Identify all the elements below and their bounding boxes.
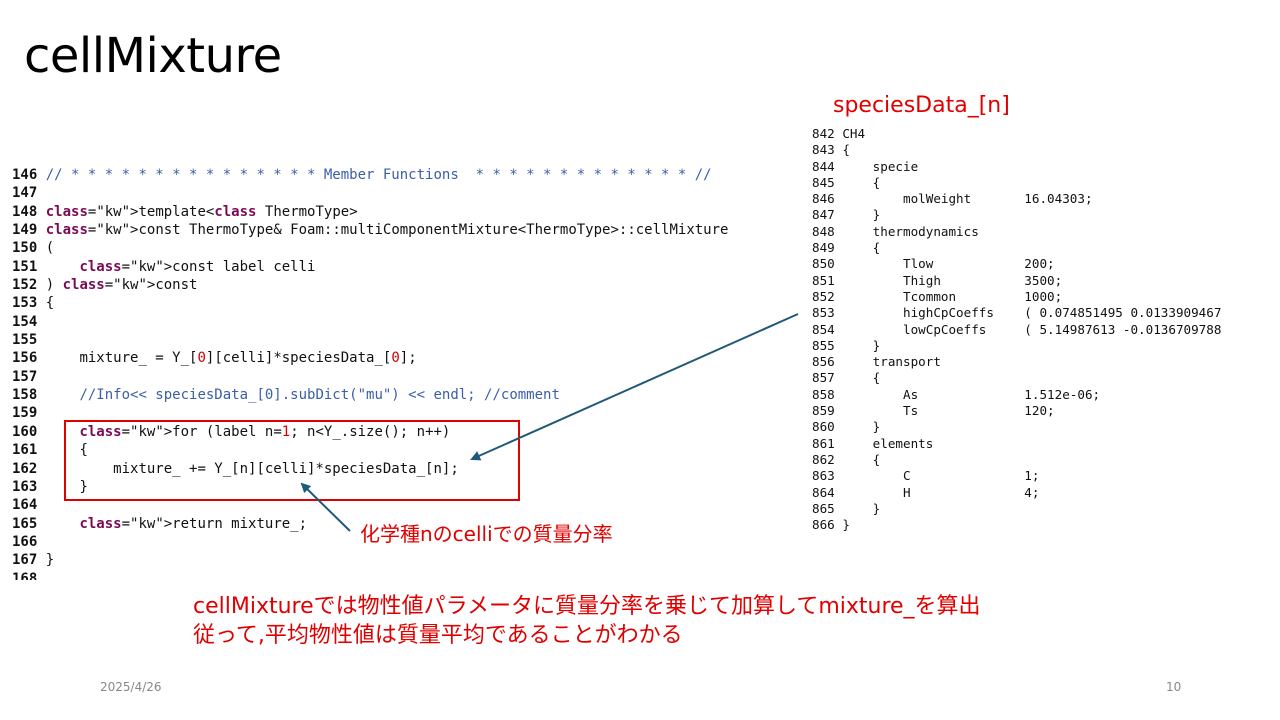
mass-fraction-annotation: 化学種nのcelliでの質量分率: [360, 522, 613, 546]
summary-line-2: 従って,平均物性値は質量平均であることがわかる: [193, 623, 683, 648]
species-arrow: [470, 313, 799, 461]
summary-text: cellMixtureでは物性値パラメータに質量分率を乗じて加算してmixtur…: [193, 592, 981, 650]
page-number: 10: [1166, 680, 1182, 694]
fraction-arrow: [300, 482, 351, 532]
summary-line-1: cellMixtureでは物性値パラメータに質量分率を乗じて加算してmixtur…: [193, 594, 981, 619]
footer-date: 2025/4/26: [100, 680, 162, 694]
